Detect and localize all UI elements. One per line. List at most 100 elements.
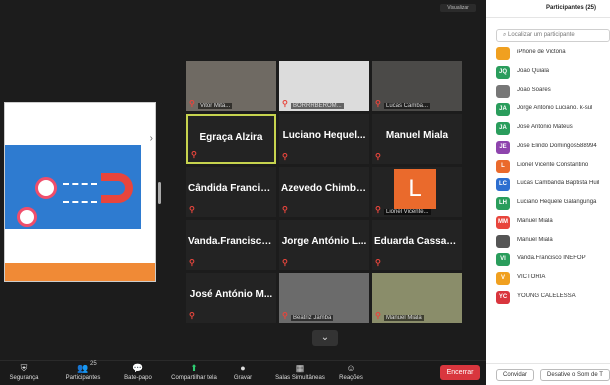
participant-video-tile[interactable]: Eduarda Cassange ⚲ [372, 220, 462, 270]
toolbar-button[interactable]: ▦ Salas Simultâneas [270, 361, 330, 385]
participant-avatar: VI [496, 253, 510, 267]
slide-person-icon [35, 177, 57, 199]
participant-list-name: José António Mateus [517, 124, 573, 130]
participant-list-item[interactable]: VI Vanda.Francisco INEFOP [486, 250, 610, 269]
shared-screen-thumbnail[interactable]: › [4, 102, 156, 282]
muted-mic-icon: ⚲ [189, 258, 195, 267]
participant-avatar: JQ [496, 65, 510, 79]
toolbar-label: Salas Simultâneas [275, 375, 325, 381]
participant-list-item[interactable]: JA José António Mateus [486, 119, 610, 138]
participant-list-name: Jorge António Luciano. k-sul [517, 105, 593, 112]
participant-list-name: Manuel Miala [517, 217, 553, 224]
participant-list-name: Lucas Cambanda Baptista Huil [517, 180, 600, 187]
participant-avatar: V [496, 272, 510, 285]
participant-name-label: BORRRBEROM... [291, 103, 344, 109]
share-screen-icon: ⬆ [190, 363, 198, 373]
participant-list-item[interactable]: João Soares [486, 82, 610, 101]
invite-button[interactable]: Convidar [496, 369, 534, 381]
muted-mic-icon: ⚲ [375, 205, 381, 214]
participant-list-name: VICTÓRIA [517, 274, 546, 280]
participant-video-tile[interactable]: ⚲ BORRRBEROM... [279, 61, 369, 111]
end-meeting-button[interactable]: Encerrar [440, 365, 480, 380]
participant-name-label: Vitor Mita... [198, 103, 233, 109]
toolbar-button[interactable]: 👥 Participantes 25 [58, 361, 108, 385]
participant-avatar: L [394, 169, 436, 209]
participant-name: Cândida Francisco [188, 183, 276, 194]
participant-video-tile[interactable]: Vanda.Francisco... ⚲ [186, 220, 276, 270]
toolbar-label: Compartilhar tela [171, 375, 217, 381]
participant-name: Luciano Hequel... [282, 130, 366, 141]
participant-list: iPhone de Victoria JQ João Quiala João Soar… [486, 44, 610, 307]
participant-list-name: Luciano Hequele Galangunga [517, 199, 597, 205]
slide-person-icon [17, 207, 37, 227]
chevron-right-icon[interactable]: › [150, 133, 153, 144]
resize-handle[interactable] [158, 182, 161, 204]
toolbar-button[interactable]: ● Gravar [228, 361, 258, 385]
muted-mic-icon: ⚲ [282, 311, 288, 320]
participant-avatar: JA [496, 103, 510, 117]
toolbar-button[interactable]: ☺ Reações [334, 361, 368, 385]
participant-name-label: Lionel Vicente... [384, 209, 431, 215]
participant-list-item[interactable]: Manuel Miala [486, 232, 610, 251]
participant-video-tile[interactable]: Luciano Hequel... ⚲ [279, 114, 369, 164]
participant-count-badge: 25 [90, 361, 97, 367]
chat-icon: 💬 [132, 363, 144, 373]
participant-list-name: José Elindo Domingos588994 [517, 142, 597, 149]
toolbar-label: Bate-papo [124, 375, 152, 381]
search-placeholder: Localizar um participante [508, 32, 575, 38]
participant-video-tile[interactable]: Jorge António L... ⚲ [279, 220, 369, 270]
participant-list-item[interactable]: LH Luciano Hequele Galangunga [486, 194, 610, 213]
participant-list-item[interactable]: YC YOUNG CALELESSA [486, 288, 610, 307]
participant-list-name: João Soares [517, 86, 551, 93]
participant-list-item[interactable]: JE José Elindo Domingos588994 [486, 138, 610, 157]
participant-video-tile[interactable]: Egraça Alzira ⚲ [186, 114, 276, 164]
muted-mic-icon: ⚲ [375, 311, 381, 320]
participant-name-label: Manuel Miala [384, 315, 424, 321]
participant-avatar [496, 84, 510, 98]
participant-video-tile[interactable]: L ⚲ Lionel Vicente... [372, 167, 462, 217]
participant-video-tile[interactable]: Manuel Miala ⚲ [372, 114, 462, 164]
participant-video-tile[interactable]: Azevedo Chimbau ⚲ [279, 167, 369, 217]
participant-video-tile[interactable]: ⚲ Lucas Camba... [372, 61, 462, 111]
participant-list-item[interactable]: L Lionel Vicente Constantino [486, 157, 610, 176]
slide-magnet-icon [101, 173, 133, 203]
participant-avatar: JE [496, 140, 510, 154]
participant-list-item[interactable]: JA Jorge António Luciano. k-sul [486, 100, 610, 119]
toolbar-button[interactable]: 💬 Bate-papo [118, 361, 158, 385]
participant-list-item[interactable]: V VICTÓRIA [486, 269, 610, 288]
toolbar-button[interactable]: ⬆ Compartilhar tela [164, 361, 224, 385]
participant-name: Eduarda Cassange [374, 236, 462, 247]
muted-mic-icon: ⚲ [375, 258, 381, 267]
shield-icon: ⛨ [20, 363, 28, 373]
meeting-toolbar: ⛨ Segurança 👥 Participantes 25 💬 Bate-papo ⬆ Com… [0, 360, 486, 385]
toolbar-label: Gravar [233, 375, 253, 381]
participant-video-tile[interactable]: Cândida Francisco ⚲ [186, 167, 276, 217]
slide-footer-bar [5, 263, 155, 281]
toolbar-button[interactable]: ⛨ Segurança [6, 361, 42, 385]
participant-search-input[interactable]: ⌕ Localizar um participante [496, 29, 610, 42]
view-toggle[interactable]: Visualizar [440, 4, 476, 12]
participant-video-tile[interactable]: ⚲ Beatriz Jamba [279, 273, 369, 323]
participant-list-item[interactable]: LC Lucas Cambanda Baptista Huil [486, 175, 610, 194]
participant-video-tile[interactable]: ⚲ Vitor Mita... [186, 61, 276, 111]
participant-avatar [496, 47, 510, 60]
record-icon: ● [240, 363, 246, 373]
mute-all-button[interactable]: Desative o Som de T [540, 369, 610, 381]
participant-list-item[interactable]: JQ João Quiala [486, 63, 610, 82]
participant-list-name: João Quiala [517, 67, 550, 74]
muted-mic-icon: ⚲ [282, 205, 288, 214]
muted-mic-icon: ⚲ [282, 258, 288, 267]
participant-avatar: LC [496, 178, 510, 192]
participant-name: Manuel Miala [385, 130, 449, 141]
participant-video-tile[interactable]: José António M... ⚲ [186, 273, 276, 323]
participant-list-item[interactable]: MM Manuel Miala [486, 213, 610, 232]
toolbar-label: Segurança [9, 375, 39, 381]
participants-footer: Convidar Desative o Som de T [486, 363, 610, 385]
toolbar-label: Reações [339, 375, 363, 381]
participant-list-name: Manuel Miala [517, 236, 553, 243]
participant-list-item[interactable]: iPhone de Victoria [486, 44, 610, 63]
muted-mic-icon: ⚲ [189, 99, 195, 108]
participant-video-tile[interactable]: ⚲ Manuel Miala [372, 273, 462, 323]
participant-name: Azevedo Chimbau [281, 183, 368, 194]
chevron-down-icon[interactable]: ⌄ [312, 330, 338, 346]
